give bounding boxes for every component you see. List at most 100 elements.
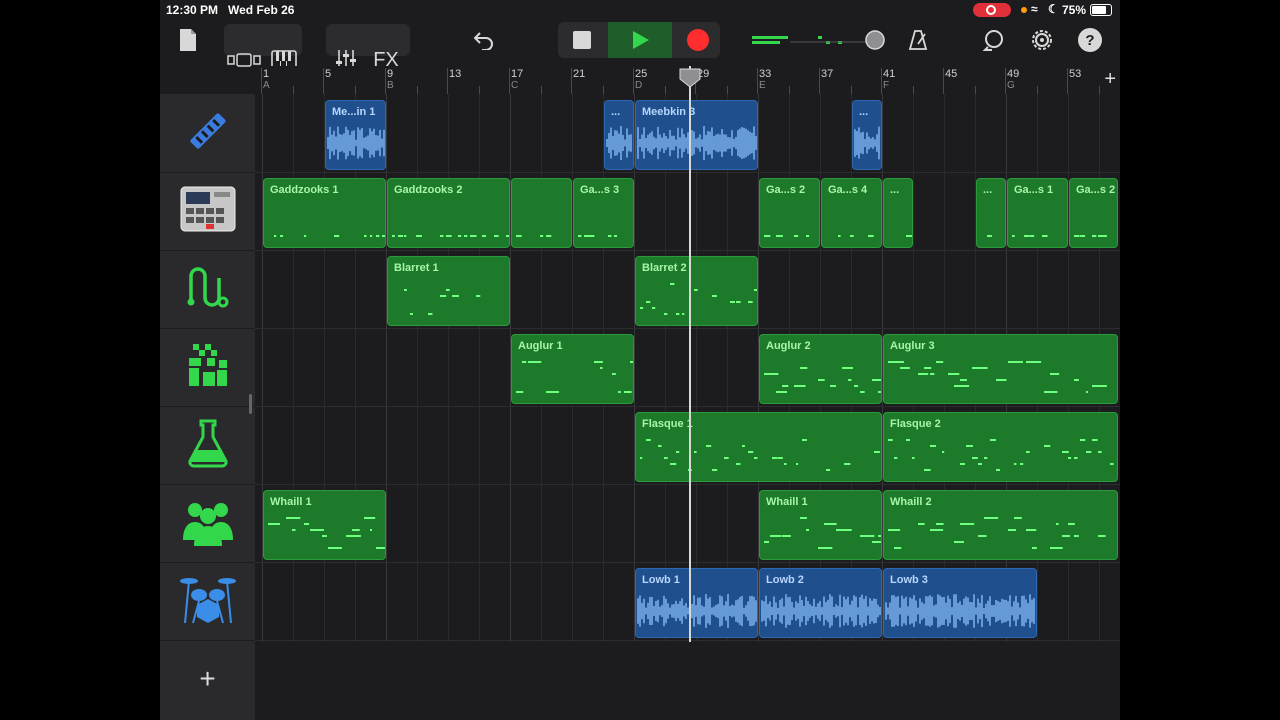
ruler-tick bbox=[881, 68, 882, 94]
play-button[interactable] bbox=[608, 22, 672, 58]
ruler-bar-number: 9 bbox=[387, 68, 394, 80]
region-label: Ga...s 3 bbox=[580, 184, 620, 196]
track-header[interactable] bbox=[160, 250, 255, 329]
region[interactable]: Whaill 1 bbox=[759, 490, 882, 560]
gear-icon bbox=[1032, 30, 1052, 50]
track-header[interactable] bbox=[160, 562, 255, 641]
region[interactable]: Lowb 1 bbox=[635, 568, 758, 638]
ruler-bar-number: 13 bbox=[449, 68, 462, 80]
track-header[interactable] bbox=[160, 406, 255, 485]
track-header[interactable] bbox=[160, 484, 255, 563]
screen-recording-icon[interactable] bbox=[973, 3, 1011, 17]
track-header[interactable] bbox=[160, 172, 255, 251]
ruler-section-letter[interactable]: F bbox=[883, 80, 889, 91]
track-header[interactable] bbox=[160, 328, 255, 407]
ruler-section-letter[interactable]: B bbox=[387, 80, 394, 91]
pixel-keys-icon[interactable] bbox=[185, 342, 231, 393]
ruler-bar-number: 25 bbox=[635, 68, 648, 80]
playhead[interactable] bbox=[689, 66, 691, 642]
region[interactable]: Auglur 2 bbox=[759, 334, 882, 404]
ruler-tick bbox=[261, 68, 262, 94]
ruler-bar-number: 53 bbox=[1069, 68, 1082, 80]
ruler-section-letter[interactable]: G bbox=[1007, 80, 1015, 91]
undo-button[interactable] bbox=[470, 26, 498, 54]
region-label: Gaddzooks 2 bbox=[394, 184, 463, 196]
add-track-button[interactable]: + bbox=[160, 656, 255, 702]
region[interactable]: Flasque 2 bbox=[883, 412, 1118, 482]
region[interactable]: Auglur 1 bbox=[511, 334, 634, 404]
help-button[interactable]: ? bbox=[1078, 28, 1102, 52]
ruler-bar-number: 33 bbox=[759, 68, 772, 80]
status-date: Wed Feb 26 bbox=[228, 3, 295, 17]
region[interactable]: Blarret 2 bbox=[635, 256, 758, 326]
region[interactable]: ... bbox=[883, 178, 913, 248]
ruler-section-letter[interactable]: C bbox=[511, 80, 518, 91]
region-label: Flasque 1 bbox=[642, 418, 693, 430]
ruler-tick bbox=[633, 68, 634, 94]
alchemy-synth-icon[interactable] bbox=[183, 262, 233, 317]
loop-browser-button[interactable] bbox=[980, 26, 1008, 54]
record-button[interactable] bbox=[680, 24, 716, 56]
region[interactable]: Gaddzooks 1 bbox=[263, 178, 386, 248]
region[interactable]: Lowb 3 bbox=[883, 568, 1037, 638]
ruler-minor-tick bbox=[541, 86, 542, 94]
track-header[interactable] bbox=[160, 94, 255, 173]
loop-icon bbox=[982, 30, 1003, 51]
ruler-bar-number: 45 bbox=[945, 68, 958, 80]
settings-button[interactable] bbox=[1028, 26, 1056, 54]
ruler-minor-tick bbox=[417, 86, 418, 94]
region[interactable]: Lowb 2 bbox=[759, 568, 882, 638]
wifi-icon: ≈ bbox=[1031, 2, 1038, 16]
level-meter-icon bbox=[752, 30, 885, 50]
region[interactable]: Whaill 1 bbox=[263, 490, 386, 560]
region[interactable]: Ga...s 2 bbox=[759, 178, 820, 248]
my-songs-button[interactable] bbox=[174, 26, 202, 54]
master-volume-slider[interactable] bbox=[750, 28, 890, 52]
region[interactable]: Meebkin 3 bbox=[635, 100, 758, 170]
region[interactable]: Ga...s 1 bbox=[1007, 178, 1068, 248]
region[interactable]: Ga...s 2 bbox=[1069, 178, 1118, 248]
add-section-button[interactable]: + bbox=[1104, 68, 1116, 91]
region[interactable] bbox=[511, 178, 572, 248]
ruler-section-letter[interactable]: D bbox=[635, 80, 642, 91]
status-bar: 12:30 PM Wed Feb 26 ≈ ☾ 75% bbox=[160, 0, 1120, 20]
garageband-window: 12:30 PM Wed Feb 26 ≈ ☾ 75% FX ? + 1 A 5… bbox=[160, 0, 1120, 720]
beat-sequencer-icon[interactable] bbox=[180, 186, 236, 237]
sampler-icon[interactable] bbox=[182, 105, 234, 162]
ruler-section-letter[interactable]: E bbox=[759, 80, 766, 91]
region[interactable]: Gaddzooks 2 bbox=[387, 178, 510, 248]
ruler-tick bbox=[819, 68, 820, 94]
ruler-bar-number: 37 bbox=[821, 68, 834, 80]
ruler-section-letter[interactable]: A bbox=[263, 80, 270, 91]
region[interactable]: Whaill 2 bbox=[883, 490, 1118, 560]
ruler-bar-number: 21 bbox=[573, 68, 586, 80]
region[interactable]: Flasque 1 bbox=[635, 412, 882, 482]
track-headers: + bbox=[160, 94, 255, 720]
region[interactable]: Me...in 1 bbox=[325, 100, 386, 170]
status-time: 12:30 PM bbox=[166, 3, 219, 17]
ruler-minor-tick bbox=[355, 86, 356, 94]
ruler-minor-tick bbox=[603, 86, 604, 94]
ruler-minor-tick bbox=[789, 86, 790, 94]
region-label: Whaill 2 bbox=[890, 496, 932, 508]
playhead-handle-icon[interactable] bbox=[679, 68, 701, 88]
region[interactable]: Blarret 1 bbox=[387, 256, 510, 326]
region[interactable]: Ga...s 4 bbox=[821, 178, 882, 248]
tracks-area[interactable]: Me...in 1... Meebkin 3... Gaddzooks 1 Gaddz… bbox=[255, 94, 1120, 720]
region[interactable]: ... bbox=[604, 100, 634, 170]
stop-button[interactable] bbox=[564, 24, 600, 56]
region-label: Auglur 3 bbox=[890, 340, 935, 352]
track-resize-handle[interactable] bbox=[249, 394, 252, 414]
region[interactable]: ... bbox=[852, 100, 882, 170]
metronome-button[interactable] bbox=[904, 26, 932, 54]
region-label: Auglur 2 bbox=[766, 340, 811, 352]
drum-kit-icon[interactable] bbox=[179, 573, 237, 630]
region[interactable]: Auglur 3 bbox=[883, 334, 1118, 404]
region[interactable]: ... bbox=[976, 178, 1006, 248]
region-label: Ga...s 4 bbox=[828, 184, 868, 196]
region[interactable]: Ga...s 3 bbox=[573, 178, 634, 248]
choir-icon[interactable] bbox=[180, 496, 236, 551]
flask-icon[interactable] bbox=[186, 418, 230, 473]
region-label: Ga...s 2 bbox=[1076, 184, 1116, 196]
midi-notes bbox=[516, 235, 552, 237]
